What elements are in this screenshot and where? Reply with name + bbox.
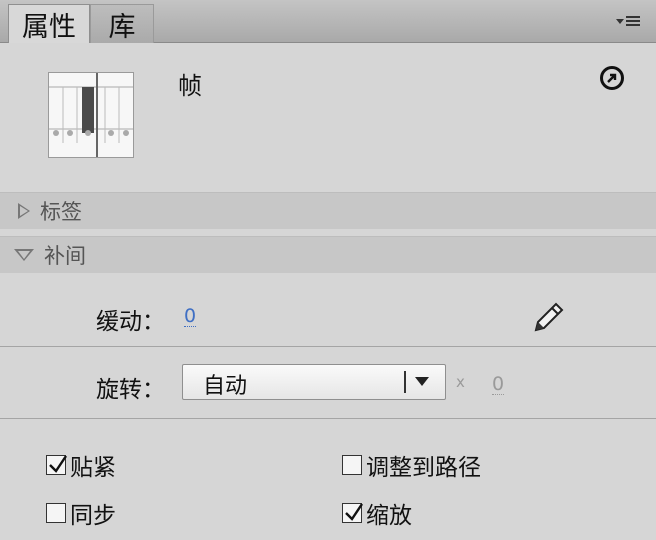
checkbox-checked-icon xyxy=(342,503,363,523)
orient-to-path-checkbox[interactable]: 调整到路径 xyxy=(342,448,481,482)
rotate-select-value: 自动 xyxy=(203,374,248,399)
tab-properties[interactable]: 属性 xyxy=(8,4,90,43)
snap-label: 贴紧 xyxy=(70,455,116,481)
chevron-down-icon xyxy=(415,377,429,386)
pencil-icon[interactable] xyxy=(528,296,568,336)
panel-options-icon[interactable] xyxy=(616,12,642,30)
tab-library-label: 库 xyxy=(108,11,136,43)
sync-checkbox[interactable]: 同步 xyxy=(46,496,116,530)
panel-title: 帧 xyxy=(178,72,202,100)
ease-label: 缓动： xyxy=(96,309,165,335)
snap-checkbox[interactable]: 贴紧 xyxy=(46,448,116,482)
times-symbol: x xyxy=(456,373,465,391)
section-label-title: 标签 xyxy=(40,200,82,224)
select-separator xyxy=(404,371,406,393)
scale-label: 缩放 xyxy=(366,503,412,529)
section-tween-header[interactable]: 补间 xyxy=(0,236,656,273)
divider xyxy=(0,346,656,347)
tab-properties-label: 属性 xyxy=(22,11,76,43)
checkbox-checked-icon xyxy=(46,455,67,475)
expand-arrow-icon xyxy=(18,203,30,219)
tab-library[interactable]: 库 xyxy=(90,4,154,43)
checkbox-unchecked-icon xyxy=(342,455,362,475)
sync-label: 同步 xyxy=(70,503,116,529)
section-tween-title: 补间 xyxy=(44,244,86,268)
rotate-select[interactable]: 自动 xyxy=(182,364,446,400)
rotate-label: 旋转： xyxy=(96,377,165,403)
orient-to-path-label: 调整到路径 xyxy=(366,455,481,481)
frame-thumbnail-icon xyxy=(48,72,134,158)
section-label-header[interactable]: 标签 xyxy=(0,192,656,229)
scale-checkbox[interactable]: 缩放 xyxy=(342,496,412,530)
collapse-arrow-icon xyxy=(14,249,34,261)
link-arrow-icon[interactable] xyxy=(600,66,624,90)
ease-value[interactable]: 0 xyxy=(184,306,197,327)
checkbox-unchecked-icon xyxy=(46,503,66,523)
divider xyxy=(0,418,656,419)
panel-tab-bar: 属性 库 xyxy=(0,0,656,43)
rotate-count-value[interactable]: 0 xyxy=(492,374,505,395)
